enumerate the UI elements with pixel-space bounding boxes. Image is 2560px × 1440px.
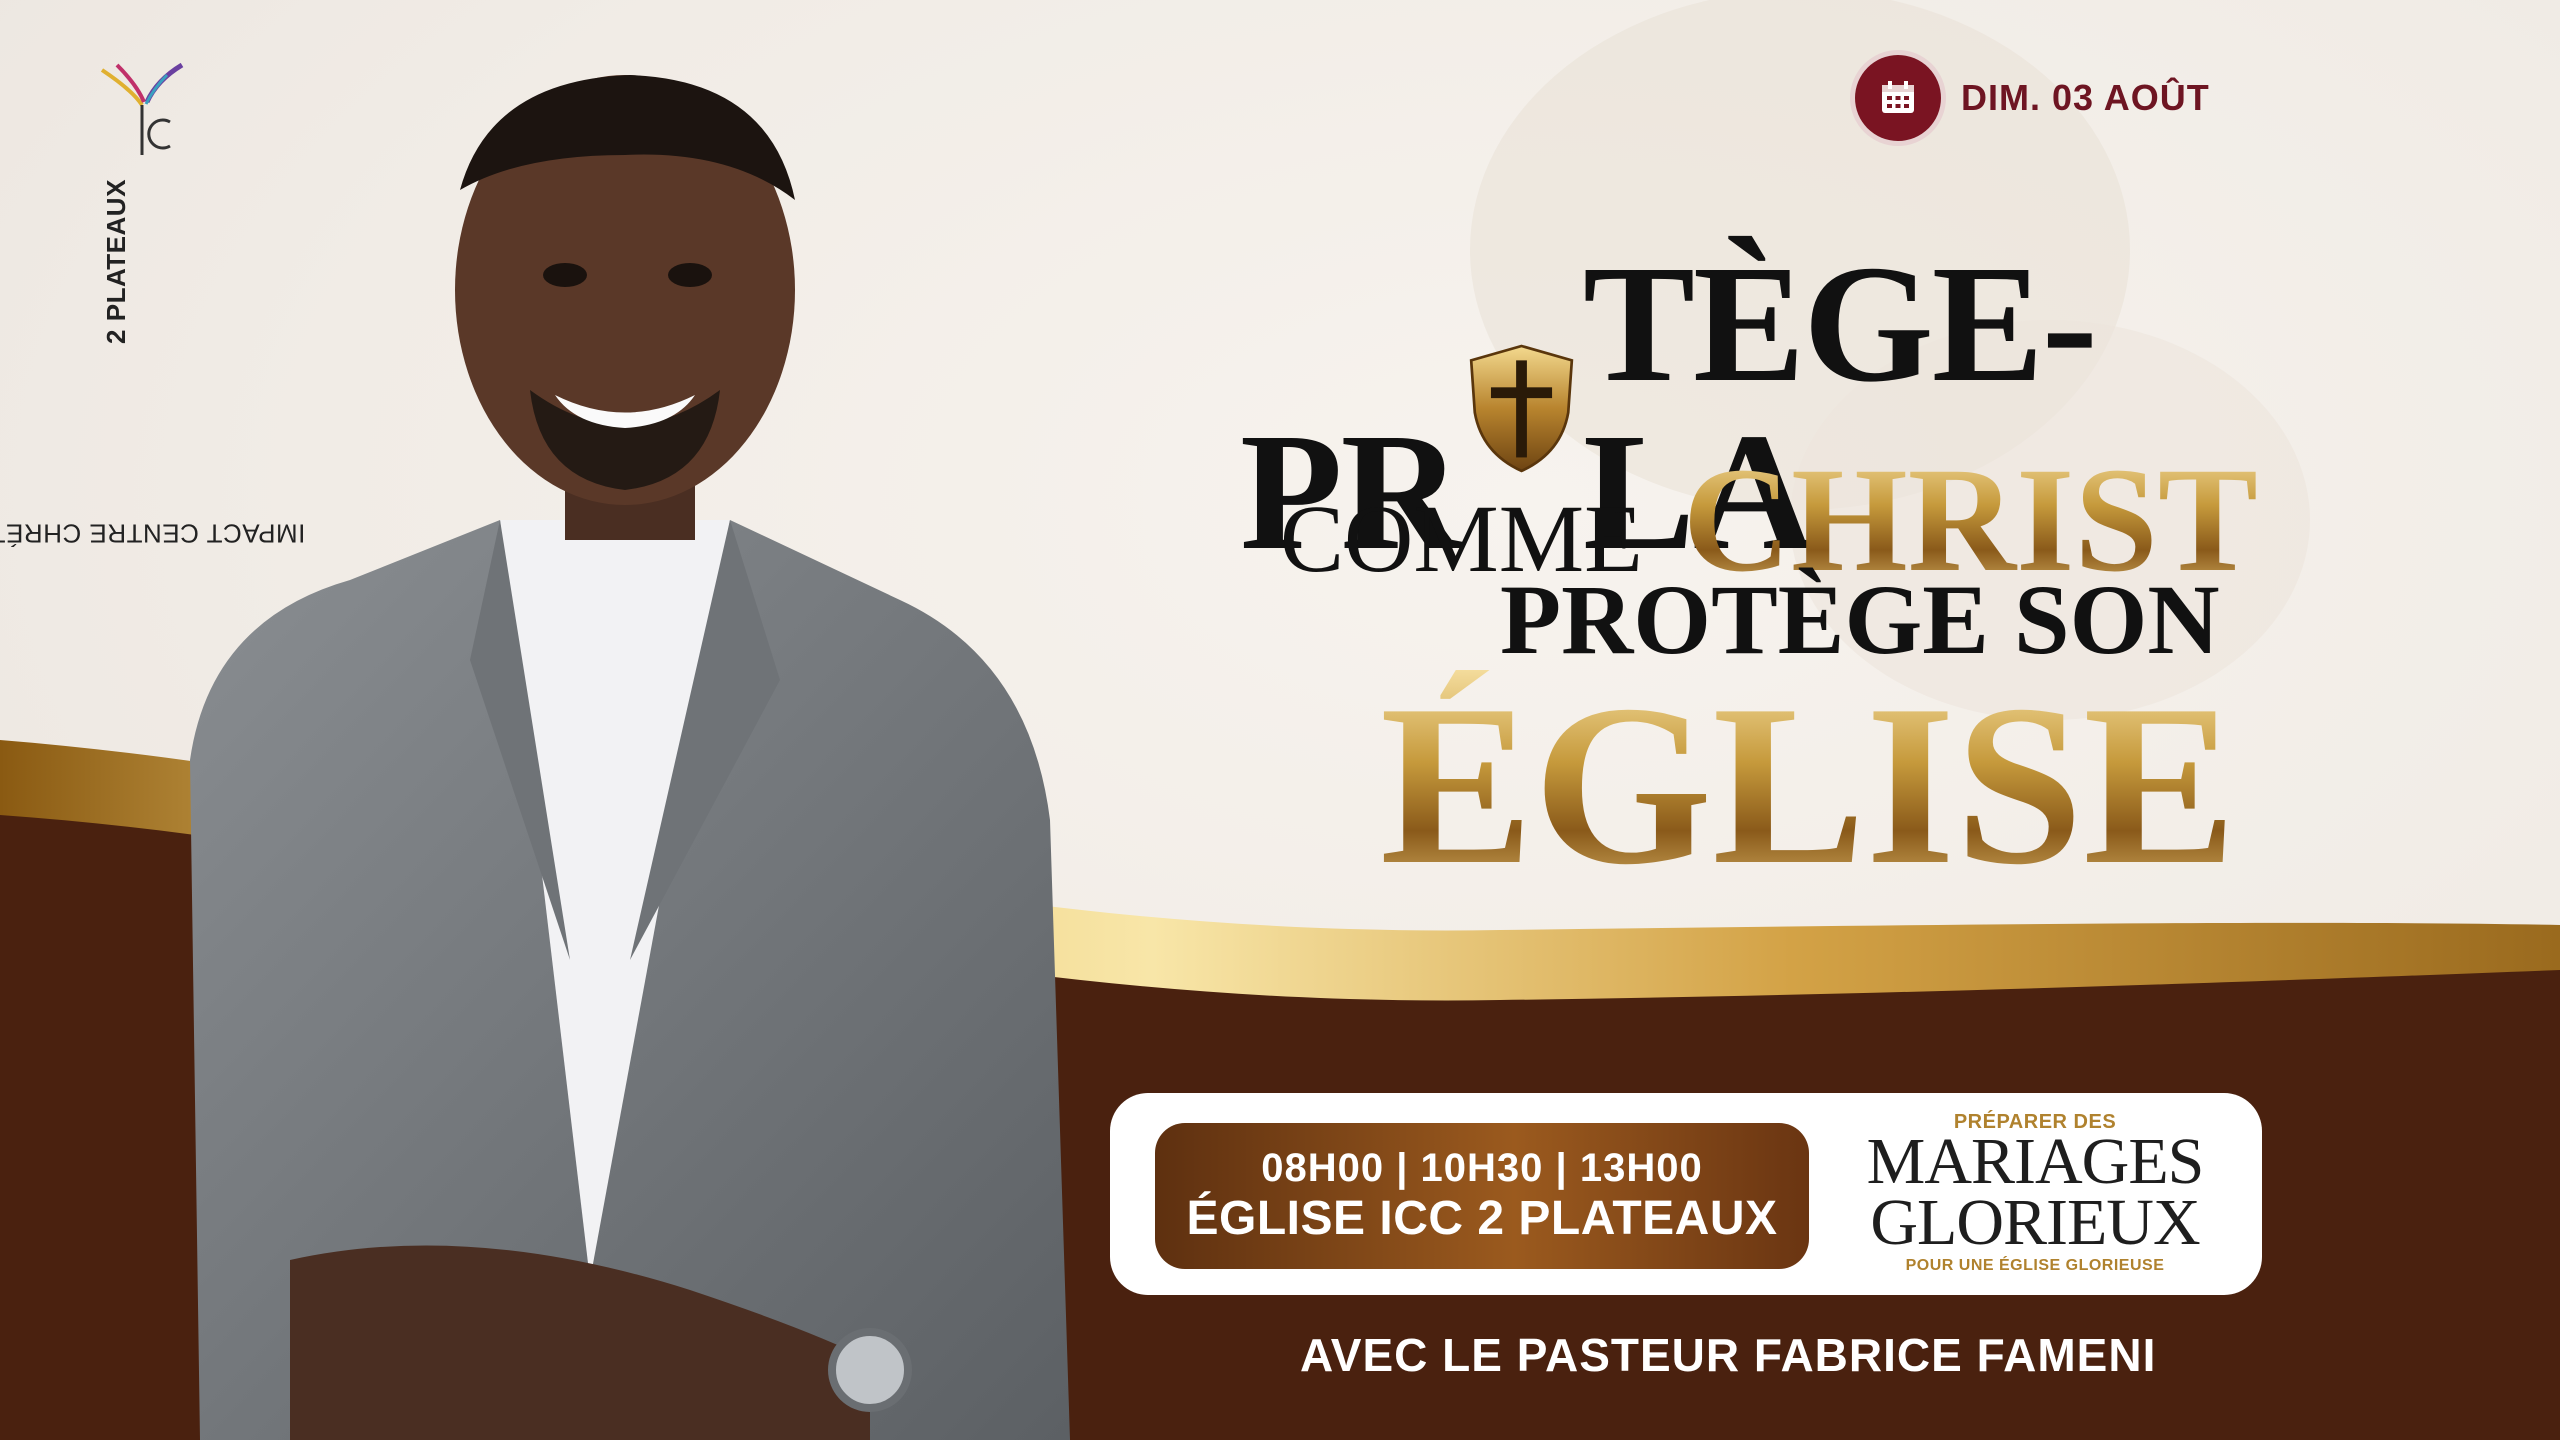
church-name-vertical: IMPACT CENTRE CHRÉTIEN - 2 PLATEAUX (0, 178, 305, 548)
date-badge: DIM. 03 AOÛT (1855, 55, 2210, 141)
schedule-box: 08H00 | 10H30 | 13H00 ÉGLISE ICC 2 PLATE… (1155, 1123, 1809, 1269)
series-logo: PRÉPARER DES MARIAGES GLORIEUX POUR UNE … (1845, 1112, 2225, 1280)
speaker-line: AVEC LE PASTEUR FABRICE FAMENI (1300, 1329, 2157, 1381)
service-times: 08H00 | 10H30 | 13H00 (1261, 1146, 1703, 1191)
headline-line-3: PROTÈGE SON (1500, 564, 2220, 675)
series-line-2: GLORIEUX (1870, 1185, 2200, 1259)
series-bottom-text: POUR UNE ÉGLISE GLORIEUSE (1905, 1257, 2165, 1275)
speaker-photo (190, 75, 1070, 1440)
headline-line-4: ÉGLISE (1380, 657, 2237, 912)
date-label: DIM. 03 AOÛT (1961, 77, 2210, 118)
series-line-1: MARIAGES (1866, 1125, 2205, 1198)
venue-name: ÉGLISE ICC 2 PLATEAUX (1186, 1192, 1778, 1246)
calendar-icon (1855, 55, 1941, 141)
